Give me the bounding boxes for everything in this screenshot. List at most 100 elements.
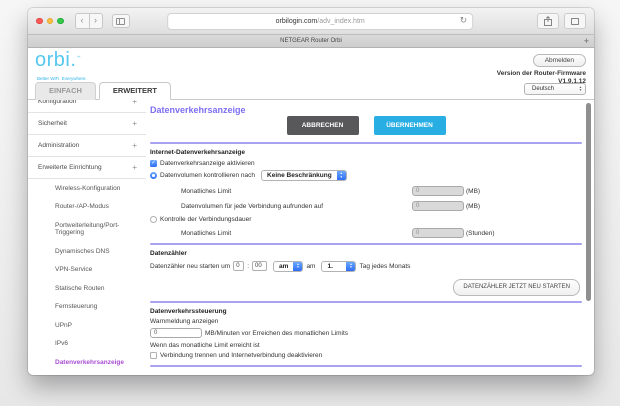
select-stepper-icon: ▲ ▼ <box>293 261 303 271</box>
sidebar-item-upnp[interactable]: UPnP <box>28 316 146 335</box>
sidebar-item-router-ap-modus[interactable]: Router-/AP-Modus <box>28 198 146 217</box>
roundup-label: Datenvolumen für jede Verbindung aufrund… <box>181 202 324 210</box>
reload-icon[interactable]: ↻ <box>460 15 468 26</box>
tab-overview-button[interactable] <box>564 13 586 29</box>
sidebar-item-statische-routen[interactable]: Statische Routen <box>28 279 146 298</box>
sidebar-item-portweiterleitung[interactable]: Portweiterleitung/Port-Triggering <box>28 216 146 242</box>
page-title: Datenverkehrsanzeige <box>150 105 246 115</box>
monthly-limit-label: Monatliches Limit <box>181 187 232 195</box>
page-scrollbar[interactable] <box>586 103 591 301</box>
duration-control-label: Kontrolle der Verbindungsdauer <box>160 216 252 223</box>
volume-control-radio[interactable] <box>150 172 157 179</box>
tab-erweitert[interactable]: ERWEITERT <box>98 82 171 100</box>
expand-icon: + <box>132 119 137 128</box>
enable-traffic-row: ✓ Datenverkehrsanzeige aktivieren <box>150 159 582 167</box>
roundup-unit: (MB) <box>466 202 481 210</box>
minimize-window-button[interactable] <box>46 17 53 25</box>
monthly-limit-input[interactable]: 0 <box>412 186 464 196</box>
page-body: Konfiguration + Sicherheit + Administrat… <box>28 100 594 374</box>
section-divider <box>150 365 582 367</box>
action-buttons: ABBRECHEN ÜBERNEHMEN <box>150 116 582 135</box>
section-divider <box>150 142 582 144</box>
browser-tab-title: NETGEAR Router Orbi <box>280 38 342 44</box>
sidebar-item-administration[interactable]: Administration + <box>28 135 146 157</box>
day-value: 1. <box>327 262 333 270</box>
warning-label: Warnmeldung anzeigen <box>150 317 219 325</box>
logo-tagline: Better WiFi. Everywhere. <box>37 76 87 81</box>
toolbar-right-buttons <box>537 13 586 29</box>
language-select[interactable]: Deutsch ▲ ▼ <box>524 83 586 95</box>
sidebar-icon <box>116 17 125 25</box>
orbi-logo: orbi.™ <box>35 49 81 71</box>
disconnect-label: Verbindung trennen und Internetverbindun… <box>160 352 323 359</box>
share-icon <box>544 16 552 26</box>
roundup-input[interactable]: 0 <box>412 201 464 211</box>
monthly-limit-unit: (MB) <box>466 187 481 195</box>
warning-suffix-label: MB/Minuten vor Erreichen des monatlichen… <box>205 329 349 337</box>
volume-control-label: Datenvolumen kontrollieren nach <box>160 172 256 179</box>
select-stepper-icon: ▲ ▼ <box>346 261 356 271</box>
warning-row: 0 MB/Minuten vor Erreichen des monatlich… <box>150 328 582 338</box>
sidebar-nav: Konfiguration + Sicherheit + Administrat… <box>28 100 146 374</box>
section-divider <box>150 300 582 303</box>
tab-bar[interactable]: NETGEAR Router Orbi + <box>28 35 594 48</box>
new-tab-button[interactable]: + <box>584 35 589 47</box>
duration-control-radio[interactable] <box>150 216 157 223</box>
sidebar-item-dynamisches-dns[interactable]: Dynamisches DNS <box>28 242 146 261</box>
expand-icon: + <box>132 100 137 106</box>
restart-button-row: DATENZÄHLER JETZT NEU STARTEN <box>150 278 580 296</box>
sidebar-item-erweiterte-einrichtung[interactable]: Erweiterte Einrichtung + <box>28 157 146 179</box>
address-bar[interactable]: orbilogin.com/adv_index.htm ↻ <box>167 13 474 30</box>
sidebar-item-vpn-service[interactable]: VPN-Service <box>28 261 146 280</box>
monthly-limit-row: Monatliches Limit 0 (MB) <box>150 186 582 196</box>
time-separator: : <box>247 262 250 270</box>
safari-window: ‹ › orbilogin.com/adv_index.htm ↻ NETGEA… <box>28 8 594 375</box>
select-stepper-icon: ▲ ▼ <box>336 171 346 180</box>
restart-connector-label: am <box>306 262 316 270</box>
sidebar-toggle-button[interactable] <box>111 14 130 28</box>
sidebar-item-wireless-konfiguration[interactable]: Wireless-Konfiguration <box>28 179 146 198</box>
nav-buttons: ‹ › <box>74 13 103 29</box>
sidebar-item-sicherheit[interactable]: Sicherheit + <box>28 113 146 135</box>
restart-hour-input[interactable]: 0 <box>233 261 245 271</box>
volume-limit-select[interactable]: Keine Beschränkung ▲ ▼ <box>261 170 347 181</box>
apply-button[interactable]: ÜBERNEHMEN <box>373 116 446 135</box>
sidebar-item-konfiguration[interactable]: Konfiguration + <box>28 100 146 113</box>
enable-traffic-checkbox[interactable]: ✓ <box>150 159 157 167</box>
close-window-button[interactable] <box>36 17 43 25</box>
logout-button[interactable]: Abmelden <box>532 54 586 67</box>
duration-limit-row: Monatliches Limit 0 (Stunden) <box>150 228 582 238</box>
mode-tabs: EINFACH ERWEITERT <box>35 82 171 100</box>
back-icon[interactable]: ‹ <box>75 14 89 28</box>
web-page: orbi.™ Better WiFi. Everywhere. Abmelden… <box>28 48 594 374</box>
restart-prefix-label: Datenzähler neu starten um <box>150 262 231 270</box>
expand-icon: + <box>132 163 137 172</box>
forward-icon[interactable]: › <box>88 14 102 28</box>
select-arrows-icon: ▲ ▼ <box>579 84 582 92</box>
restart-counter-button[interactable]: DATENZÄHLER JETZT NEU STARTEN <box>453 278 580 296</box>
disconnect-checkbox[interactable] <box>150 352 157 359</box>
sidebar-item-fernsteuerung[interactable]: Fernsteuerung <box>28 298 146 317</box>
firmware-label: Version der Router-Firmware <box>496 70 586 77</box>
counter-section-heading: Datenzähler <box>150 250 187 257</box>
duration-limit-input[interactable]: 0 <box>412 228 464 238</box>
share-button[interactable] <box>537 13 559 29</box>
control-section-heading: Datenverkehrssteuerung <box>150 307 227 315</box>
duration-limit-label: Monatliches Limit <box>181 229 232 237</box>
day-select[interactable]: 1. ▲ ▼ <box>321 260 357 272</box>
warning-input[interactable]: 0 <box>150 328 202 338</box>
volume-control-row: Datenvolumen kontrollieren nach Keine Be… <box>150 170 582 181</box>
duration-limit-unit: (Stunden) <box>466 229 495 237</box>
browser-toolbar: ‹ › orbilogin.com/adv_index.htm ↻ <box>28 8 594 35</box>
zoom-window-button[interactable] <box>57 17 64 25</box>
ampm-value: am <box>279 262 289 270</box>
expand-icon: + <box>132 141 137 150</box>
tab-einfach[interactable]: EINFACH <box>35 82 96 100</box>
section-divider <box>150 243 582 245</box>
sidebar-item-datenverkehrsanzeige[interactable]: Datenverkehrsanzeige <box>28 353 146 372</box>
cancel-button[interactable]: ABBRECHEN <box>286 116 359 135</box>
sidebar-item-ipv6[interactable]: IPv6 <box>28 335 146 354</box>
url-path: /adv_index.htm <box>317 18 365 25</box>
ampm-select[interactable]: am ▲ ▼ <box>273 260 304 272</box>
restart-minute-input[interactable]: 00 <box>252 261 268 271</box>
